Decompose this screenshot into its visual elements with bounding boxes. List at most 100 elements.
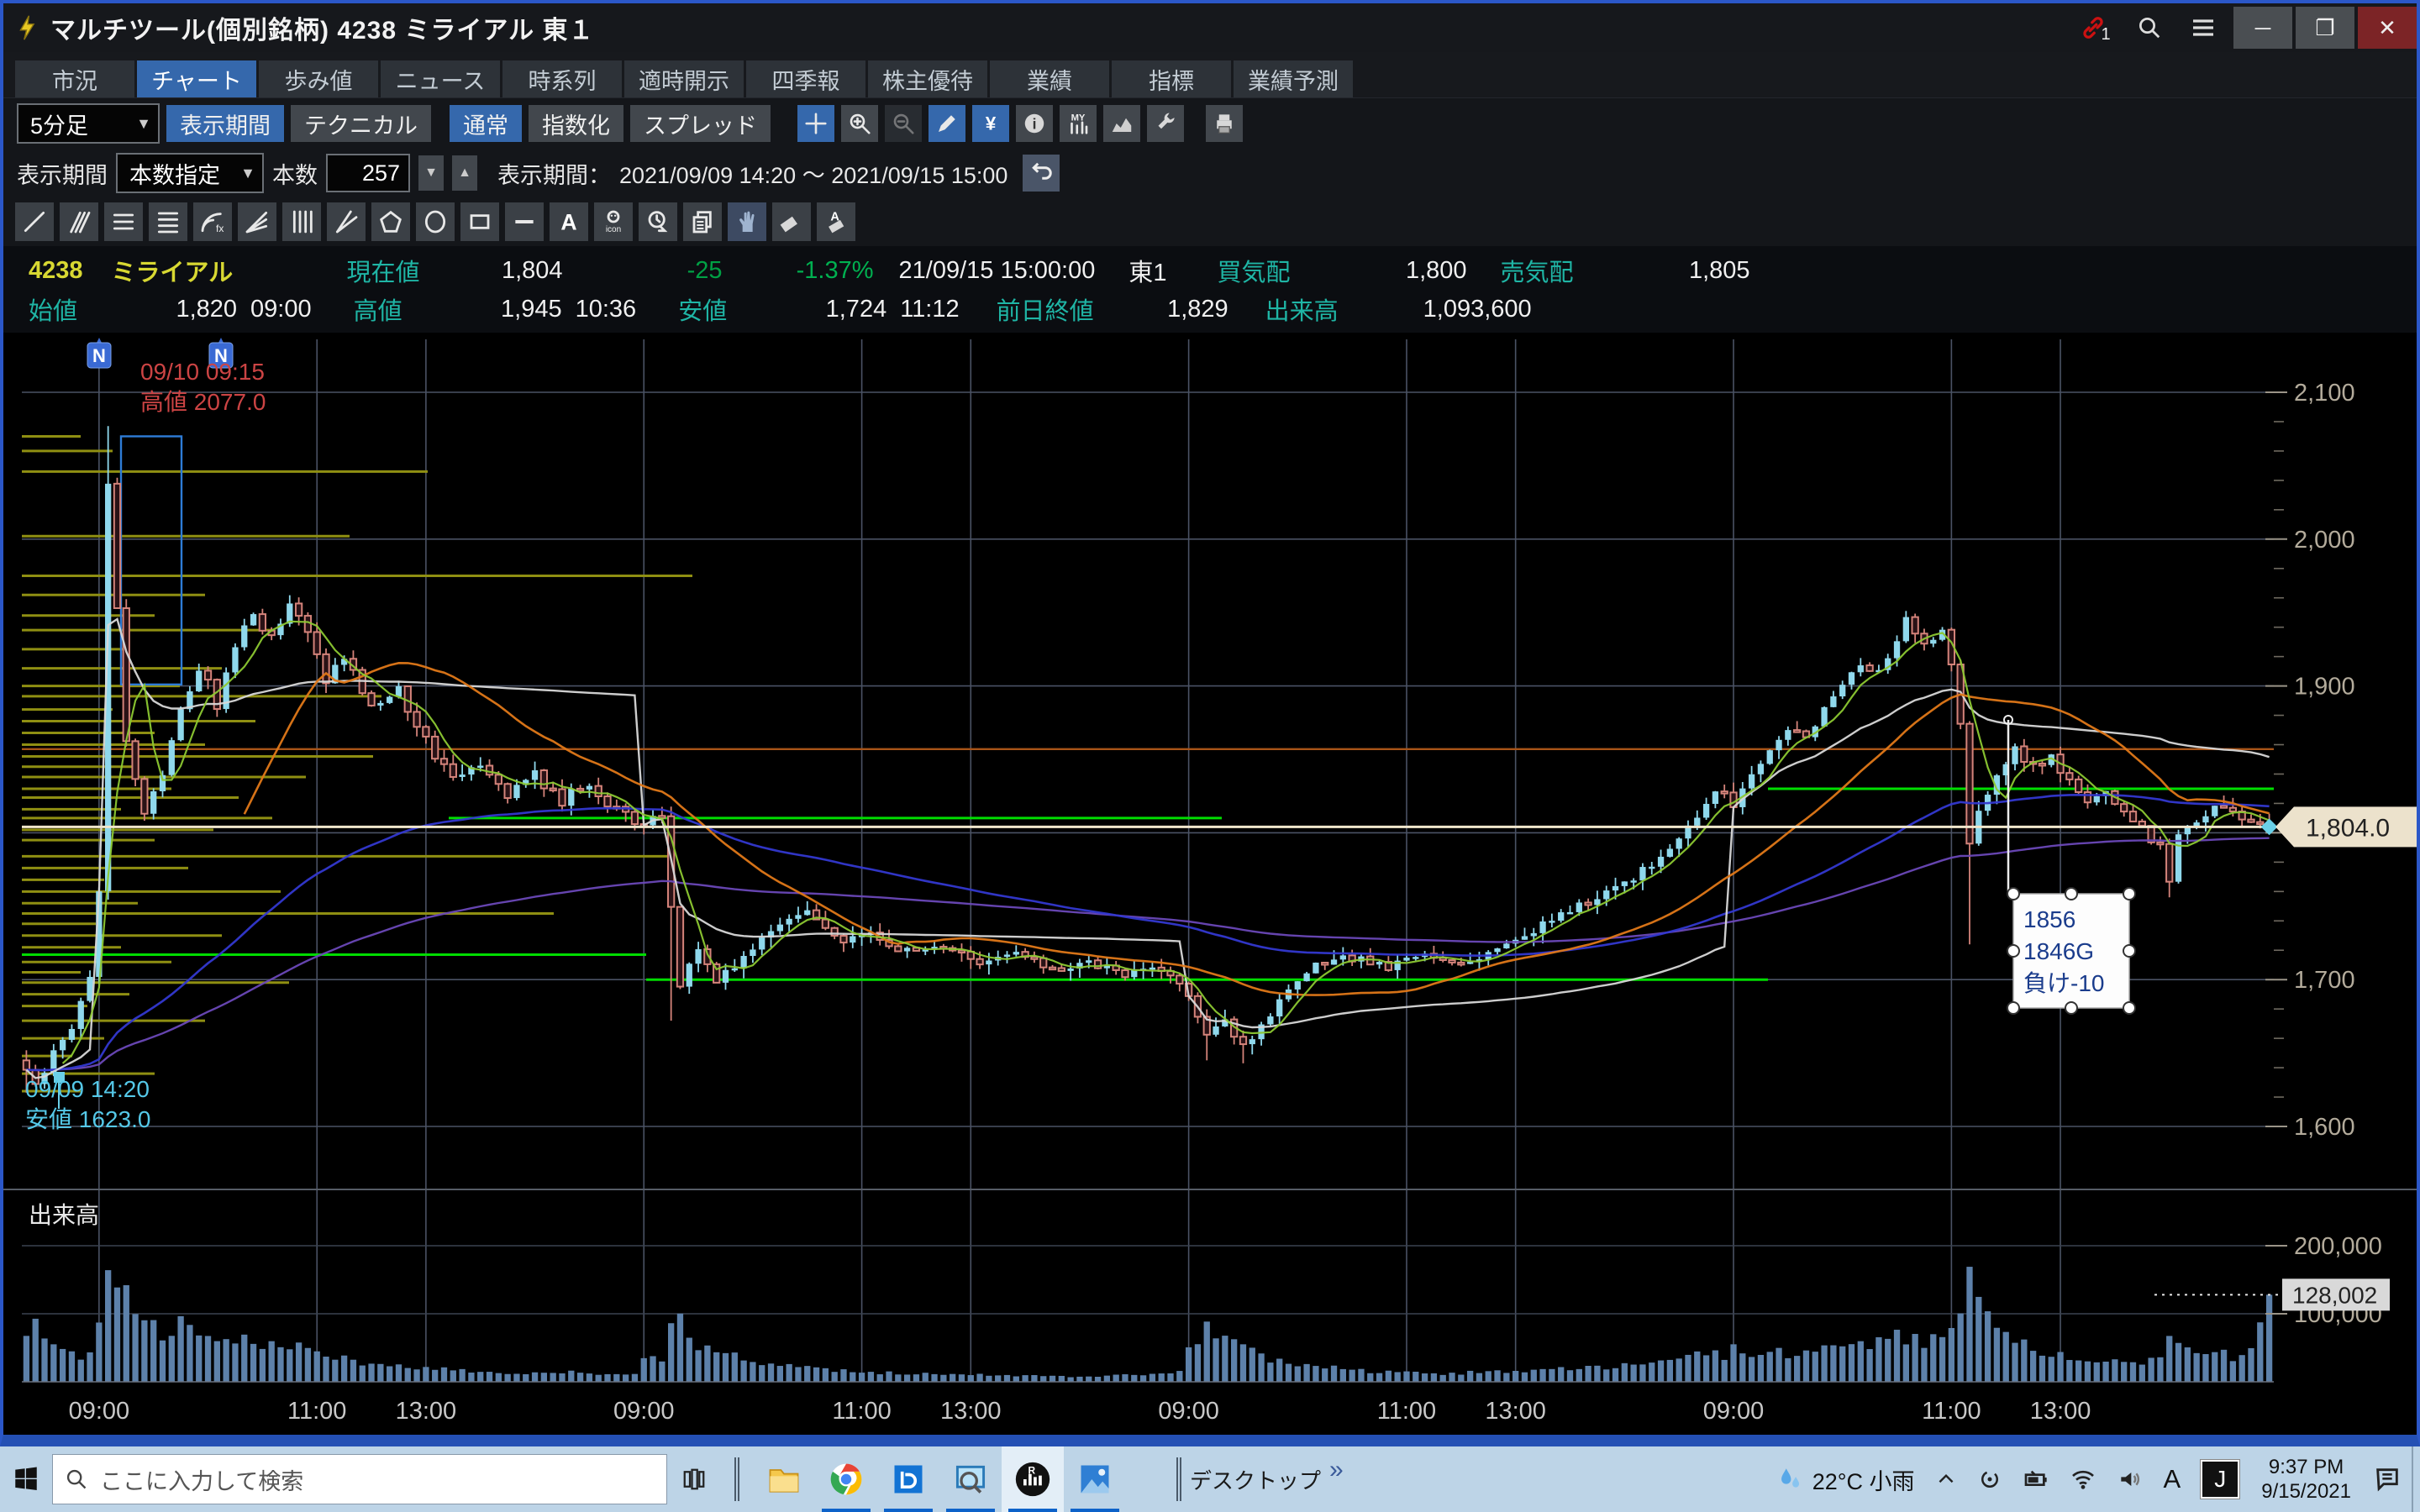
rectangle-tool-button[interactable] [460, 202, 499, 241]
low-time: 11:12 [900, 296, 959, 323]
hlines4-tool-button[interactable] [149, 202, 187, 241]
toolbar-button-スプレッド[interactable]: スプレッド [630, 105, 771, 142]
task-view-button[interactable] [667, 1446, 721, 1512]
menu-icon[interactable] [2176, 3, 2230, 52]
wrench-button[interactable] [1147, 105, 1184, 142]
wifi-icon[interactable] [2070, 1466, 2096, 1493]
svg-text:1,900: 1,900 [2294, 674, 2355, 701]
hlines3-tool-button[interactable] [104, 202, 143, 241]
weather-text: 22°C 小雨 [1812, 1463, 1915, 1496]
desktop-toolbar[interactable]: デスクトップ » [1176, 1457, 1344, 1501]
hsegment-icon [511, 208, 538, 235]
tray-expand-icon[interactable] [1935, 1468, 1957, 1490]
toolbar-button-指数化[interactable]: 指数化 [529, 105, 623, 142]
tab-ニュース[interactable]: ニュース [381, 60, 500, 97]
crosshair-button[interactable] [797, 105, 834, 142]
trendline-tool-button[interactable] [15, 202, 54, 241]
drawing-toolbar: fxAiconA [3, 197, 2417, 246]
title-bar: マルチツール(個別銘柄) 4238 ミライアル 東１ 1 － ❐ ✕ [3, 3, 2417, 52]
close-button[interactable]: ✕ [2358, 7, 2417, 49]
prev-close: 1,829 [1094, 296, 1228, 323]
file-explorer-taskbar-button[interactable] [753, 1446, 815, 1512]
mail-app-taskbar-button[interactable] [877, 1446, 939, 1512]
toolbar-button-表示期間[interactable]: 表示期間 [166, 105, 284, 142]
tab-指標[interactable]: 指標 [1112, 60, 1231, 97]
ellipse-tool-button[interactable] [416, 202, 455, 241]
svg-text:200,000: 200,000 [2294, 1233, 2382, 1260]
action-center-icon[interactable] [2373, 1465, 2402, 1494]
reload-range-button[interactable] [1023, 155, 1060, 192]
battery-icon[interactable] [2023, 1466, 2049, 1493]
quote-panel: 4238 ミライアル 現在値 1,804 -25 -1.37% 21/09/15… [3, 246, 2417, 332]
vlines-tool-button[interactable] [282, 202, 321, 241]
zoom-out-button[interactable] [885, 105, 922, 142]
hand-tool-button[interactable] [728, 202, 766, 241]
pentagon-tool-button[interactable] [371, 202, 410, 241]
tab-チャート[interactable]: チャート [137, 60, 256, 97]
taskbar-search-input[interactable]: ここに入力して検索 [52, 1454, 667, 1504]
price-volume-chart[interactable]: 1,6001,7001,8001,9002,0002,100100,000200… [3, 333, 2417, 1435]
svg-text:09/10 09:15: 09/10 09:15 [140, 359, 265, 385]
mail-app-icon [890, 1461, 927, 1498]
tab-歩み値[interactable]: 歩み値 [259, 60, 378, 97]
ime-lang-button[interactable]: J [2201, 1460, 2239, 1499]
count-up-button[interactable]: ▲ [452, 155, 477, 191]
high-label: 高値 [354, 291, 402, 327]
tab-株主優待[interactable]: 株主優待 [868, 60, 987, 97]
show-desktop-button[interactable] [2412, 1446, 2420, 1512]
toolbar-button-テクニカル[interactable]: テクニカル [291, 105, 431, 142]
chart-area[interactable]: 1,6001,7001,8001,9002,0002,100100,000200… [3, 333, 2417, 1435]
printer-button[interactable] [1206, 105, 1243, 142]
minimize-button[interactable]: － [2233, 7, 2292, 49]
yen-button[interactable]: ¥ [972, 105, 1009, 142]
my-chart-button[interactable]: MY [1060, 105, 1097, 142]
tab-業績[interactable]: 業績 [990, 60, 1109, 97]
hsegment-tool-button[interactable] [505, 202, 544, 241]
ime-mode[interactable]: A [2164, 1464, 2181, 1494]
clock-widget[interactable]: 9:37 PM 9/15/2021 [2261, 1455, 2351, 1504]
tab-市況[interactable]: 市況 [15, 60, 134, 97]
restore-button[interactable]: ❐ [2296, 7, 2354, 49]
info-button[interactable]: i [1016, 105, 1053, 142]
interval-dropdown[interactable]: 5分足 ▼ [17, 103, 160, 144]
volume-icon[interactable] [2117, 1466, 2144, 1493]
snip-tool-taskbar-button[interactable] [939, 1446, 1002, 1512]
chevron-expand-icon[interactable]: » [1329, 1456, 1344, 1484]
svg-text:i: i [1033, 115, 1037, 132]
count-down-button[interactable]: ▼ [418, 155, 444, 191]
tab-適時開示[interactable]: 適時開示 [624, 60, 744, 97]
emoji-tool-button[interactable]: icon [594, 202, 633, 241]
zoom-in-button[interactable] [841, 105, 878, 142]
svg-text:11:00: 11:00 [1377, 1398, 1436, 1425]
eraser-text-tool-button[interactable]: A [817, 202, 855, 241]
angle-lines-tool-button[interactable] [327, 202, 366, 241]
file-explorer-icon [765, 1461, 802, 1498]
tab-四季報[interactable]: 四季報 [746, 60, 865, 97]
start-button[interactable] [0, 1446, 52, 1512]
weather-widget[interactable]: 22°C 小雨 [1776, 1463, 1915, 1496]
hatch-lines-tool-button[interactable] [60, 202, 98, 241]
area-chart-button[interactable] [1103, 105, 1140, 142]
sync-icon[interactable] [1977, 1467, 2002, 1492]
copy-tool-button[interactable] [683, 202, 722, 241]
toolbar-button-通常[interactable]: 通常 [450, 105, 522, 142]
svg-text:安値 1623.0: 安値 1623.0 [25, 1106, 150, 1132]
tab-業績予測[interactable]: 業績予測 [1234, 60, 1353, 97]
chrome-taskbar-button[interactable] [815, 1446, 877, 1512]
link-group-icon[interactable]: 1 [2069, 3, 2123, 52]
eraser-tool-button[interactable] [772, 202, 811, 241]
pencil-button[interactable] [929, 105, 965, 142]
time-arrow-tool-button[interactable] [639, 202, 677, 241]
bar-count-input[interactable]: 257 [326, 154, 410, 192]
tab-時系列[interactable]: 時系列 [502, 60, 622, 97]
photos-app-taskbar-button[interactable] [1064, 1446, 1126, 1512]
range-value: 2021/09/09 14:20 ～ 2021/09/15 15:00 [619, 157, 1007, 190]
fib-arcs-tool-button[interactable]: fx [193, 202, 232, 241]
search-icon[interactable] [2123, 3, 2176, 52]
zoom-out-icon [891, 111, 916, 136]
svg-text:MY: MY [1071, 113, 1086, 123]
count-mode-dropdown[interactable]: 本数指定 ▼ [116, 153, 264, 193]
fan-lines-tool-button[interactable] [238, 202, 276, 241]
chart-app-taskbar-button[interactable]: R [1002, 1446, 1064, 1512]
text-a-tool-button[interactable]: A [550, 202, 588, 241]
